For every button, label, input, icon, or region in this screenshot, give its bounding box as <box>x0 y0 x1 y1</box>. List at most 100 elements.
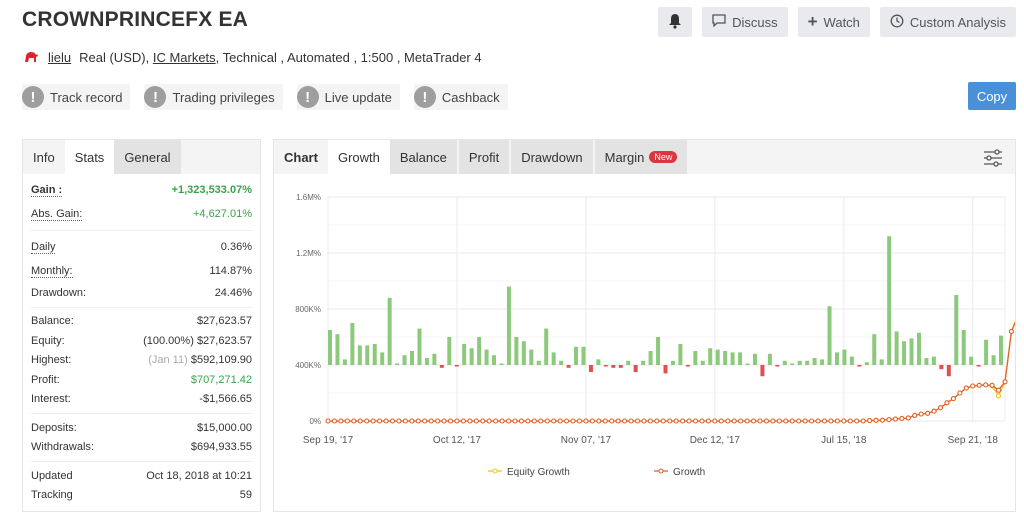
updated-value: Oct 18, 2018 at 10:21 <box>146 469 252 482</box>
tab-margin[interactable]: Margin New <box>594 140 688 174</box>
growth-point <box>905 415 911 421</box>
tab-info[interactable]: Info <box>23 140 65 174</box>
growth-point <box>383 418 389 424</box>
custom-analysis-button[interactable]: Custom Analysis <box>879 7 1016 37</box>
growth-point <box>673 418 679 424</box>
growth-point <box>499 418 505 424</box>
comment-icon <box>712 14 726 30</box>
tab-general[interactable]: General <box>114 140 181 174</box>
profit-bar-positive <box>872 334 877 365</box>
profit-bar-positive <box>790 363 795 365</box>
stat-interest: Interest: -$1,566.65 <box>31 390 252 410</box>
stat-abs-gain: Abs. Gain: +4,627.01% <box>31 202 252 226</box>
monthly-label[interactable]: Monthly: <box>31 265 73 278</box>
watch-button[interactable]: + Watch <box>797 7 870 37</box>
daily-label[interactable]: Daily <box>31 241 56 254</box>
growth-point <box>828 418 834 424</box>
clock-icon <box>890 14 904 31</box>
gain-value: +1,323,533.07% <box>171 184 252 196</box>
growth-point <box>480 418 486 424</box>
withdrawals-label: Withdrawals: <box>31 441 94 454</box>
badge-trading-privileges[interactable]: ! Trading privileges <box>144 84 283 110</box>
badge-cashback[interactable]: ! Cashback <box>413 84 508 110</box>
growth-point <box>667 418 673 424</box>
profit-bar-negative <box>663 365 668 374</box>
balance-label: Balance: <box>31 315 74 328</box>
legend-growth-marker-icon <box>658 468 664 474</box>
growth-point <box>647 418 653 424</box>
profit-bar-positive <box>678 344 683 365</box>
profit-bar-positive <box>350 323 355 365</box>
growth-point <box>428 418 434 424</box>
broker-link[interactable]: IC Markets <box>153 50 216 65</box>
tab-stats[interactable]: Stats <box>64 140 115 174</box>
badge-live-update[interactable]: ! Live update <box>296 84 400 110</box>
growth-point <box>422 418 428 424</box>
growth-point <box>583 418 589 424</box>
badge-track-record[interactable]: ! Track record <box>22 84 131 110</box>
notify-button[interactable] <box>658 7 693 37</box>
sliders-icon[interactable] <box>983 148 1003 168</box>
growth-point <box>744 418 750 424</box>
copy-button[interactable]: Copy <box>968 82 1016 110</box>
equity-value-group: (100.00%) $27,623.57 <box>143 335 252 347</box>
tab-balance[interactable]: Balance <box>389 140 457 174</box>
growth-point <box>622 418 628 424</box>
growth-point <box>770 418 776 424</box>
profit-bar-positive <box>693 351 698 365</box>
withdrawals-value: $694,933.55 <box>190 441 252 454</box>
profit-bar-positive <box>492 355 497 365</box>
legend-growth: Growth <box>673 467 705 478</box>
profit-bar-negative <box>857 365 862 367</box>
profit-bar-positive <box>342 359 347 365</box>
bell-icon <box>668 13 682 32</box>
growth-point <box>750 418 757 424</box>
equity-percent: (100.00%) <box>143 334 194 347</box>
growth-point <box>970 383 976 389</box>
growth-point <box>596 418 602 424</box>
stat-profit: Profit: $707,271.42 <box>31 370 252 390</box>
profit-bar-positive <box>924 358 929 365</box>
badge-label: Track record <box>50 89 123 105</box>
profit-bar-negative <box>775 365 780 367</box>
profit-bar-positive <box>417 328 422 365</box>
profit-bar-positive <box>708 348 713 365</box>
badge-label: Live update <box>324 89 392 105</box>
profit-bar-negative <box>611 365 616 368</box>
legend-equity-growth: Equity Growth <box>507 467 570 478</box>
profit-bar-positive <box>402 355 407 365</box>
growth-point <box>899 415 905 422</box>
abs-gain-label[interactable]: Abs. Gain: <box>31 208 83 221</box>
equity-growth-point <box>996 393 1002 399</box>
profit-bar-positive <box>909 338 914 365</box>
profit-bar-negative <box>588 365 593 372</box>
profit-bar-positive <box>372 344 377 365</box>
growth-point <box>402 418 408 424</box>
growth-point <box>950 396 956 402</box>
user-link[interactable]: lielu <box>48 50 71 65</box>
discuss-button[interactable]: Discuss <box>702 7 788 37</box>
user-avatar-icon[interactable] <box>22 48 40 66</box>
profit-bar-negative <box>633 365 638 372</box>
profit-bar-positive <box>782 360 787 365</box>
growth-point <box>983 382 989 388</box>
profit-bar-positive <box>596 359 601 365</box>
tab-profit[interactable]: Profit <box>458 140 510 174</box>
profit-bar-positive <box>484 349 489 365</box>
divider <box>31 306 252 308</box>
growth-point <box>963 385 969 391</box>
tab-drawdown[interactable]: Drawdown <box>511 140 593 174</box>
growth-point <box>609 418 615 424</box>
profit-bar-positive <box>961 330 966 365</box>
growth-chart[interactable]: 0% 400K% 800K% 1.2M% 1.6M% Sep 19, '17 Oct 12,… <box>274 174 1015 511</box>
profit-bar-negative <box>939 365 944 370</box>
gain-label[interactable]: Gain : <box>31 184 63 197</box>
tab-growth[interactable]: Growth <box>327 140 390 174</box>
profit-bar-positive <box>834 352 839 365</box>
growth-point <box>802 418 808 424</box>
x-tick-label: Dec 12, '17 <box>690 435 741 446</box>
highest-value: $592,109.90 <box>190 354 252 367</box>
growth-point <box>776 418 782 424</box>
toolbar: Discuss + Watch Custom Analysis <box>658 7 1016 37</box>
profit-bar-positive <box>387 297 392 365</box>
